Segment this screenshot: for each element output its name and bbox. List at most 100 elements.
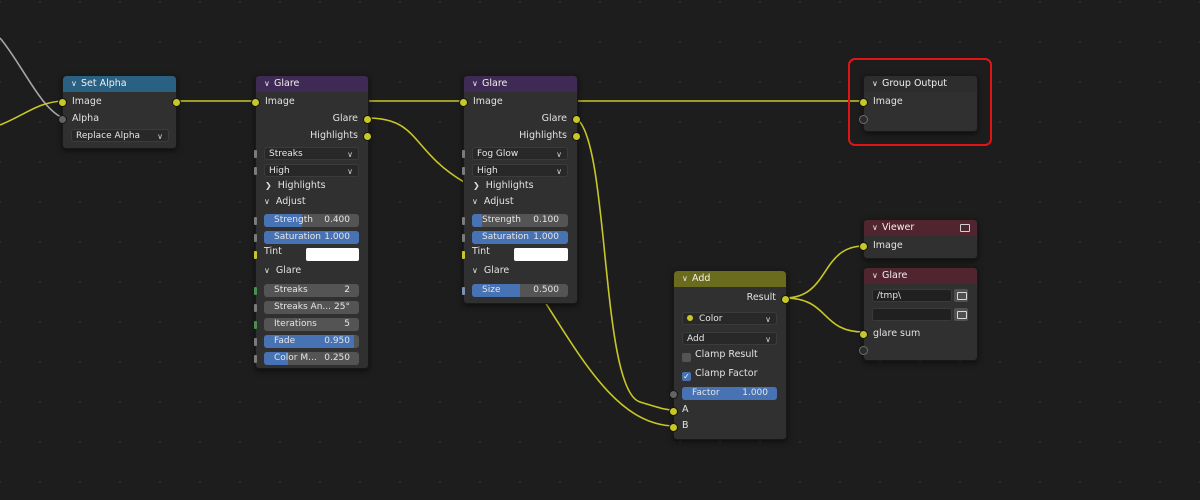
factor-slider[interactable]: Factor 1.000 [682,387,777,400]
glare-output-label: Glare [541,113,567,124]
link-add-to-file-output [784,297,865,333]
collapse-chevron-icon[interactable]: ∨ [872,268,882,284]
add-header[interactable]: ∨ Add [674,271,786,287]
glare-output-socket[interactable] [363,115,372,124]
set-alpha-header[interactable]: ∨ Set Alpha [63,76,176,92]
glare-node-1[interactable]: ∨ Glare Image Glare Highlights Streaks ∨ H… [251,75,372,369]
highlights-output-label: Highlights [519,130,567,141]
b-input-socket[interactable] [669,423,678,432]
color-socket-icon [687,315,693,321]
glare-output-socket[interactable] [572,115,581,124]
format-path-field[interactable] [872,308,952,321]
factor-input-socket[interactable] [669,390,678,399]
highlights-output-socket[interactable] [572,132,581,141]
strength-slider[interactable]: Strength 0.400 [264,214,359,227]
glare-node-2[interactable]: ∨ Glare Image Glare Highlights Fog Glow ∨ … [459,75,581,304]
node-title: Glare [882,270,908,281]
clamp-result-checkbox[interactable] [682,353,691,362]
socket-marker [462,150,465,158]
alpha-mode-select[interactable]: Replace Alpha ∨ [71,129,169,142]
slider-fill [472,214,482,227]
tint-color-swatch[interactable] [306,248,359,261]
result-output-label: Result [746,292,776,303]
blend-mode-select[interactable]: Add ∨ [682,332,777,345]
socket-marker [462,287,465,295]
chevron-down-icon: ∨ [472,197,478,206]
node-title: Set Alpha [81,78,127,89]
image-input-socket[interactable] [859,242,868,251]
file-output-node[interactable]: ∨ Glare /tmp\ glare sum [859,267,978,361]
glare-type-select[interactable]: Streaks ∨ [264,147,359,160]
image-output-socket[interactable] [172,98,181,107]
chevron-down-icon: ∨ [157,132,163,141]
quality-select[interactable]: High ∨ [472,164,568,177]
streaks-field[interactable]: Streaks 2 [264,284,359,297]
highlights-output-label: Highlights [310,130,358,141]
a-input-label: A [682,404,689,415]
socket-marker [462,234,465,242]
node-title: Glare [482,78,508,89]
add-mix-node[interactable]: ∨ Add Result Color ∨ Add ∨ Clamp Result ✓ C… [669,270,790,440]
highlights-output-socket[interactable] [363,132,372,141]
collapse-chevron-icon[interactable]: ∨ [472,76,482,92]
collapse-chevron-icon[interactable]: ∨ [872,220,882,236]
size-slider[interactable]: Size 0.500 [472,284,568,297]
socket-marker [254,304,257,312]
socket-marker [462,217,465,225]
glare-panel-toggle[interactable]: ∨ Glare [264,265,301,276]
collapse-chevron-icon[interactable]: ∨ [264,76,274,92]
fade-slider[interactable]: Fade 0.950 [264,335,359,348]
image-input-socket[interactable] [251,98,260,107]
tint-color-swatch[interactable] [514,248,568,261]
quality-select[interactable]: High ∨ [264,164,359,177]
empty-input-socket[interactable] [859,346,868,355]
iterations-field[interactable]: Iterations 5 [264,318,359,331]
glare-header[interactable]: ∨ Glare [256,76,368,92]
link-glare1-glare-to-add-a [366,117,465,183]
node-editor-canvas[interactable]: ∨ Set Alpha Image Alpha Replace Alpha ∨ ∨ G… [0,0,1200,500]
link-offscreen-to-alpha [0,37,64,119]
glare-type-select[interactable]: Fog Glow ∨ [472,147,568,160]
color-modulation-slider[interactable]: Color M... 0.250 [264,352,359,365]
alpha-input-socket[interactable] [58,115,67,124]
file-output-header[interactable]: ∨ Glare [864,268,977,284]
base-path-field[interactable]: /tmp\ [872,289,952,302]
monitor-icon[interactable] [960,224,970,232]
tint-label: Tint [264,246,282,257]
collapse-chevron-icon[interactable]: ∨ [71,76,81,92]
streaks-angle-field[interactable]: Streaks An... 25° [264,301,359,314]
glare-panel-toggle[interactable]: ∨ Glare [472,265,509,276]
socket-marker [254,321,257,329]
socket-marker [462,251,465,259]
set-alpha-node[interactable]: ∨ Set Alpha Image Alpha Replace Alpha ∨ [58,75,181,149]
node-title: Glare [274,78,300,89]
highlights-panel-toggle[interactable]: ❯ Highlights [265,180,326,191]
saturation-slider[interactable]: Saturation 1.000 [472,231,568,244]
adjust-panel-toggle[interactable]: ∨ Adjust [264,196,306,207]
socket-marker [254,251,257,259]
adjust-panel-toggle[interactable]: ∨ Adjust [472,196,514,207]
image-input-label: Image [72,96,102,107]
glare-sum-input-socket[interactable] [859,330,868,339]
node-title: Add [692,273,711,284]
saturation-slider[interactable]: Saturation 1.000 [264,231,359,244]
image-input-socket[interactable] [58,98,67,107]
collapse-chevron-icon[interactable]: ∨ [682,271,692,287]
viewer-node[interactable]: ∨ Viewer Image [859,219,978,259]
viewer-header[interactable]: ∨ Viewer [864,220,977,236]
node-title: Viewer [882,222,915,233]
chevron-down-icon: ∨ [264,197,270,206]
chevron-down-icon: ∨ [347,150,353,159]
clamp-factor-checkbox[interactable]: ✓ [682,372,691,381]
a-input-socket[interactable] [669,407,678,416]
result-output-socket[interactable] [781,295,790,304]
chevron-right-icon: ❯ [473,181,480,190]
data-type-select[interactable]: Color ∨ [682,312,777,325]
folder-icon[interactable] [954,308,968,321]
glare-header[interactable]: ∨ Glare [464,76,577,92]
image-input-socket[interactable] [459,98,468,107]
glare-sum-label: glare sum [873,328,921,339]
highlights-panel-toggle[interactable]: ❯ Highlights [473,180,534,191]
strength-slider[interactable]: Strength 0.100 [472,214,568,227]
folder-icon[interactable] [954,289,968,302]
